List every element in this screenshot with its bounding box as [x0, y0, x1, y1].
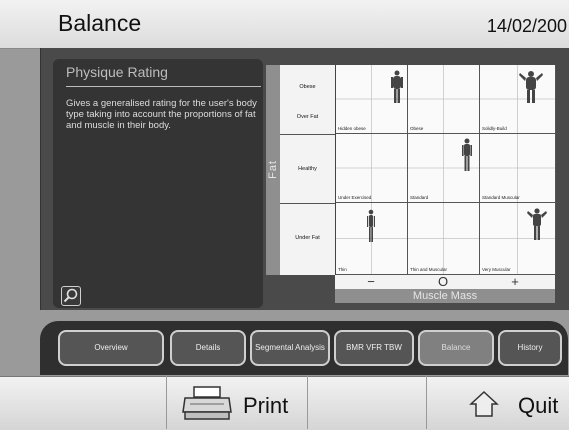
print-label: Print [243, 393, 289, 418]
tab-overview[interactable]: Overview [58, 330, 164, 366]
panel-divider [66, 86, 261, 87]
home-icon [469, 390, 499, 417]
muscle-scale: − O + [335, 275, 555, 289]
scale-minus: − [367, 274, 375, 289]
fat-axis-label: Fat [267, 160, 279, 179]
body-figure-icon [367, 209, 375, 242]
info-panel [53, 59, 263, 308]
cell-standard-muscular[interactable]: Standard Muscular [480, 134, 556, 203]
printer-icon [182, 386, 232, 420]
quit-label: Quit [518, 393, 559, 418]
cell-hidden-obese[interactable]: Hidden obese [336, 65, 408, 134]
page-title: Balance [58, 10, 142, 36]
cell-thin-and-muscular[interactable]: Thin and Muscular [408, 203, 480, 275]
cell-under-exercised[interactable]: Under Exercised [336, 134, 408, 203]
scale-zero: O [437, 274, 449, 289]
cell-solidly-build[interactable]: Solidly-Build [480, 65, 556, 134]
body-figure-icon [519, 71, 543, 103]
scale-plus: + [511, 274, 519, 289]
row-label-healthy: Healthy [298, 166, 317, 172]
row-labels: Obese Over Fat Healthy Under Fat [280, 65, 335, 275]
muscle-mass-label: Muscle Mass [335, 289, 555, 303]
panel-title: Physique Rating [66, 64, 168, 80]
cell-obese[interactable]: Obese [408, 65, 480, 134]
date-label: 14/02/200 [486, 16, 567, 36]
tab-details[interactable]: Details [170, 330, 246, 366]
row-label-over-fat: Over Fat [296, 114, 319, 120]
tab-segmental-analysis[interactable]: Segmental Analysis [250, 330, 330, 366]
tab-bmr-vfr-tbw[interactable]: BMR VFR TBW [334, 330, 414, 366]
cell-standard[interactable]: Standard [408, 134, 480, 203]
body-figure-icon [462, 138, 472, 171]
body-figure-icon [527, 208, 547, 240]
tab-history[interactable]: History [498, 330, 562, 366]
panel-description: Gives a generalised rating for the user'… [66, 98, 257, 131]
body-figure-icon [391, 70, 403, 103]
tab-balance[interactable]: Balance [418, 330, 494, 366]
header-bar: Balance 14/02/200 [0, 0, 569, 49]
physique-grid: Hidden obese Obese Solidly-Build Under E… [335, 65, 556, 275]
magnifier-icon[interactable] [61, 286, 81, 306]
row-label-under-fat: Under Fat [295, 235, 320, 241]
row-label-obese: Obese [299, 84, 316, 90]
cell-thin[interactable]: Thin [336, 203, 408, 275]
cell-very-muscular[interactable]: Very Muscular [480, 203, 556, 275]
